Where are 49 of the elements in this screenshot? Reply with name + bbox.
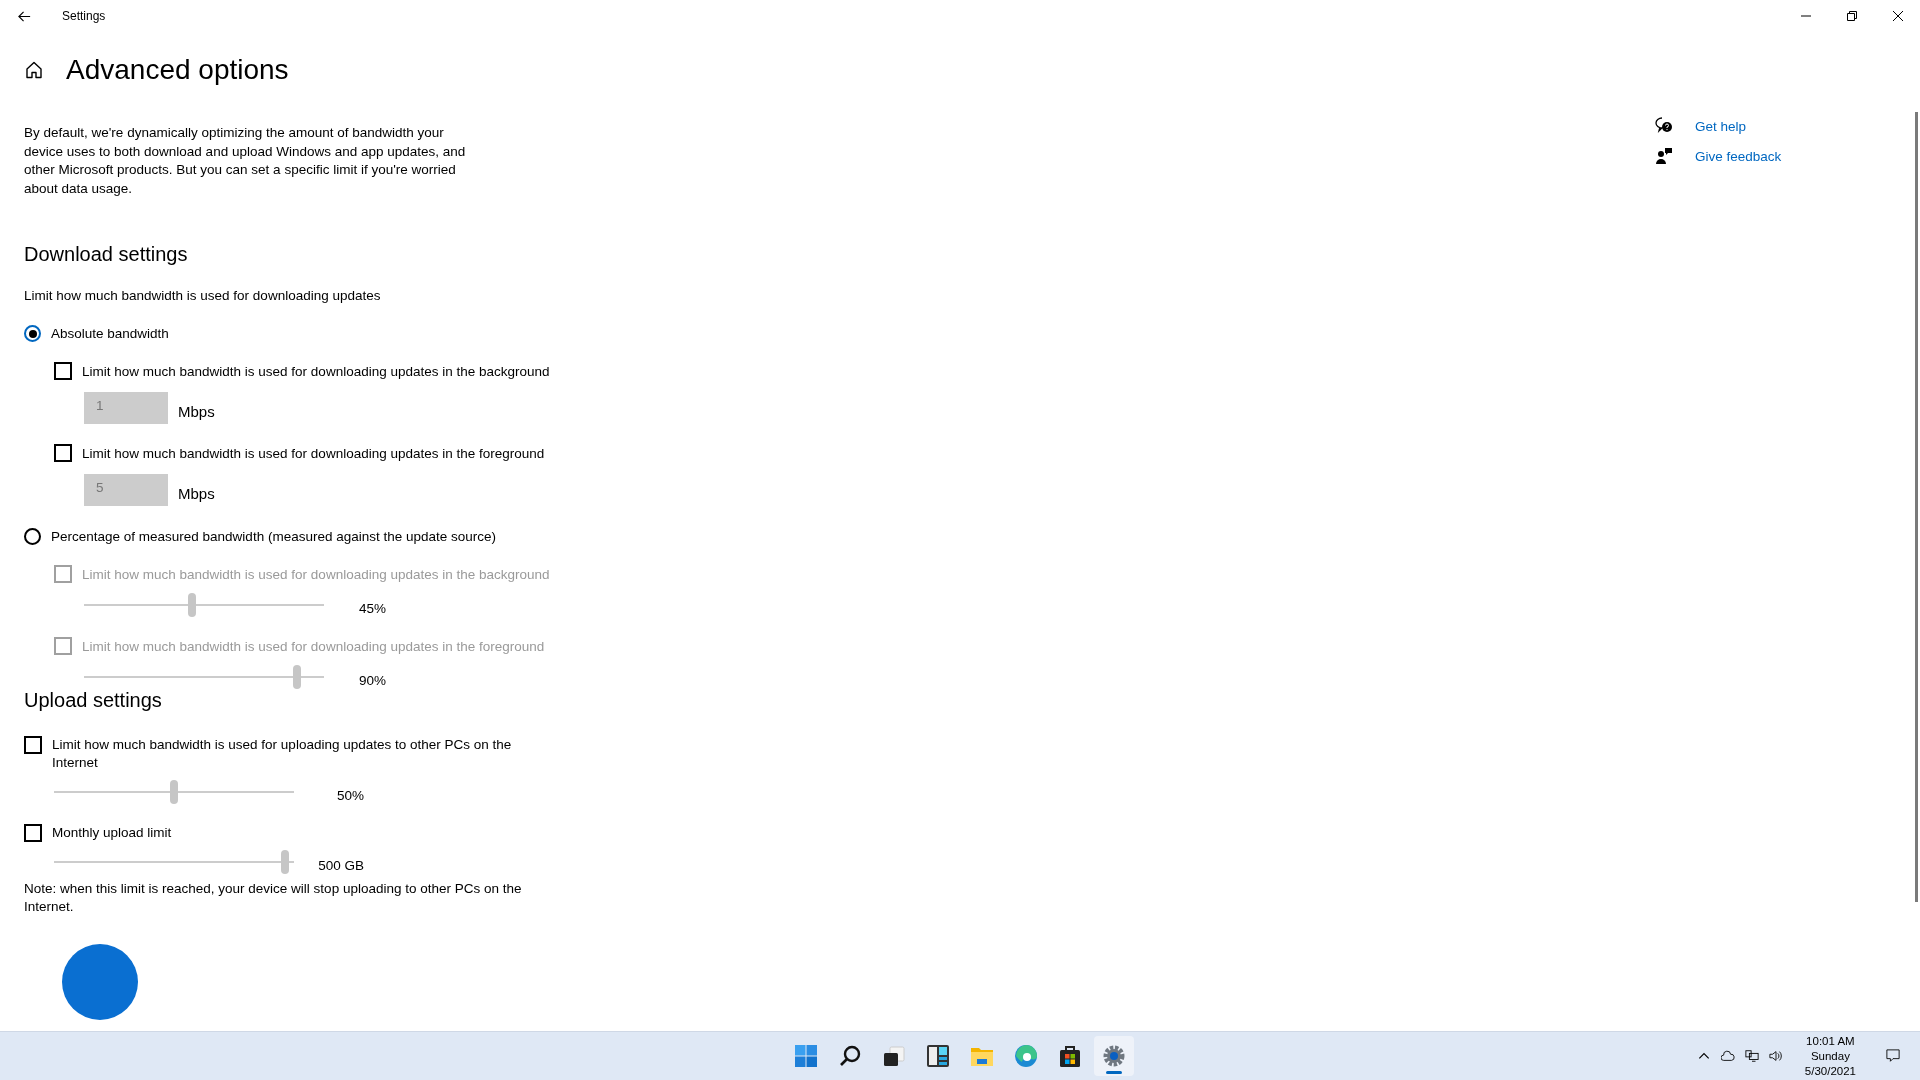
checkbox-label: Limit how much bandwidth is used for downloading updates in the background <box>82 363 550 379</box>
checkbox[interactable] <box>24 824 42 842</box>
slider-value: 90% <box>359 672 387 688</box>
slider-thumb[interactable] <box>281 850 290 874</box>
clock[interactable]: 10:01 AM Sunday 5/30/2021 <box>1804 1033 1856 1079</box>
checkbox-label: Monthly upload limit <box>52 824 173 842</box>
search-icon <box>838 1044 862 1068</box>
close-icon[interactable] <box>1893 11 1903 21</box>
checkbox-label: Limit how much bandwidth is used for downloading updates in the foreground <box>82 445 545 461</box>
help-chat-icon <box>1655 117 1673 135</box>
radio-label: Absolute bandwidth <box>51 326 169 341</box>
checkbox[interactable] <box>54 444 72 462</box>
volume-icon[interactable] <box>1768 1049 1783 1063</box>
task-view-icon <box>882 1044 906 1068</box>
section-heading: Upload settings <box>24 689 163 712</box>
page-title: Advanced options <box>66 54 289 86</box>
feedback-person-icon <box>1655 147 1673 165</box>
window-title: Settings <box>62 9 106 23</box>
scrollbar[interactable] <box>1915 112 1918 902</box>
description-text: By default, we're dynamically optimizing the amount of bandwidth your device uses to both download and upload Windows and app updates, and other Microsoft products. But you can set a specific limit if you're worried about data usage. <box>24 124 467 198</box>
checkbox-label: Limit how much bandwidth is used for uploading updates to other PCs on the Internet <box>52 736 513 772</box>
store-icon <box>1058 1044 1082 1068</box>
help-link[interactable]: Get help <box>1695 118 1747 134</box>
radio-label: Percentage of measured bandwidth (measured against the update source) <box>51 529 497 544</box>
slider-value: 45% <box>359 600 387 616</box>
checkbox[interactable] <box>24 736 42 754</box>
slider-value: 50% <box>335 787 364 803</box>
checkbox-label: Limit how much bandwidth is used for downloading updates in the background <box>82 566 550 582</box>
unit-label: Mbps <box>178 402 215 420</box>
network-icon[interactable] <box>1744 1049 1759 1063</box>
checkbox-label: Limit how much bandwidth is used for downloading updates in the foreground <box>82 638 545 654</box>
start-icon <box>794 1044 818 1068</box>
section-heading: Download settings <box>24 243 189 266</box>
unit-label: Mbps <box>178 484 215 502</box>
help-link[interactable]: Give feedback <box>1695 148 1782 164</box>
checkbox[interactable] <box>54 362 72 380</box>
widgets-icon <box>926 1044 950 1068</box>
restore-icon[interactable] <box>1847 11 1857 21</box>
cloud-icon[interactable] <box>1720 1049 1735 1063</box>
home-icon[interactable] <box>24 60 44 80</box>
browser-icon <box>1014 1044 1038 1068</box>
radio-button[interactable] <box>24 325 41 342</box>
section-subtitle: Limit how much bandwidth is used for downloading updates <box>24 288 382 303</box>
radio-button[interactable] <box>24 528 41 545</box>
note-text: Note: when this limit is reached, your device will stop uploading to other PCs on the Internet. <box>24 880 523 916</box>
slider-value: 500 GB <box>317 857 364 873</box>
settings-icon <box>1102 1044 1126 1068</box>
notification-icon[interactable] <box>1886 1049 1900 1063</box>
slider-thumb[interactable] <box>170 780 178 804</box>
